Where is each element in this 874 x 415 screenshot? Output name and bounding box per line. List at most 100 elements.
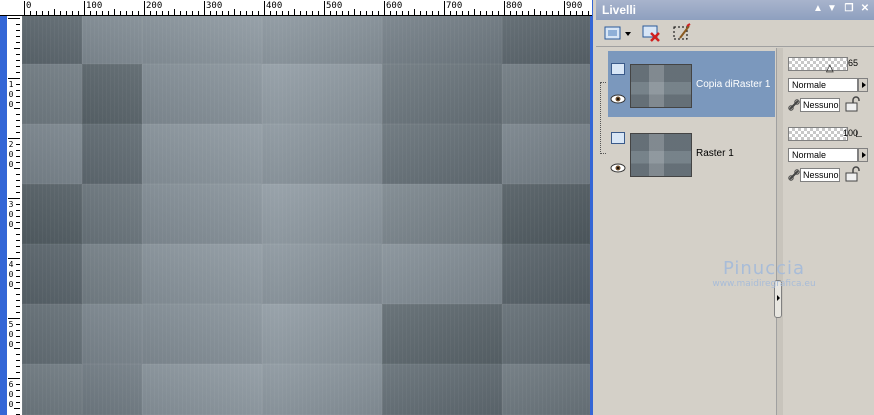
ruler-tick xyxy=(8,78,20,79)
ruler-tick xyxy=(72,11,73,15)
ruler-tick xyxy=(234,9,235,15)
ruler-tick xyxy=(54,9,55,15)
ruler-label: 900 xyxy=(566,1,583,11)
ruler-tick xyxy=(16,282,20,283)
ruler-tick xyxy=(16,330,20,331)
mask-select[interactable]: Nessuno xyxy=(800,98,840,112)
mask-select[interactable]: Nessuno xyxy=(800,168,840,182)
blend-mode-select[interactable]: Normale xyxy=(788,78,858,92)
layer-name[interactable]: Copia diRaster 1 xyxy=(696,79,770,90)
ruler-tick xyxy=(16,216,20,217)
ruler-tick xyxy=(228,11,229,15)
ruler-tick xyxy=(16,192,20,193)
pin-icon[interactable]: ▲ xyxy=(812,3,824,15)
ruler-tick xyxy=(16,324,20,325)
ruler-tick xyxy=(336,11,337,15)
ruler-tick xyxy=(198,11,199,15)
ruler-tick xyxy=(16,306,20,307)
layer-row-raster-1[interactable]: Raster 1 xyxy=(608,120,775,186)
ruler-tick xyxy=(426,11,427,15)
ruler-tick xyxy=(16,84,20,85)
raster-layer-icon xyxy=(611,132,625,144)
image-canvas[interactable] xyxy=(22,16,590,415)
dropdown-icon[interactable]: ▼ xyxy=(826,3,838,15)
ruler-tick xyxy=(246,11,247,15)
ruler-tick xyxy=(84,1,85,15)
layers-panel: Livelli ▲ ▼ ❐ ✕ Copia diRaster 1 Raster … xyxy=(596,0,874,415)
restore-icon[interactable]: ❐ xyxy=(843,3,855,15)
ruler-tick xyxy=(8,18,20,19)
ruler-tick xyxy=(8,378,20,379)
lock-icon[interactable] xyxy=(844,96,860,112)
ruler-label: 0 xyxy=(8,150,14,159)
delete-layer-button[interactable] xyxy=(642,23,662,43)
blend-mode-arrow-icon[interactable] xyxy=(858,78,868,92)
ruler-tick xyxy=(16,96,20,97)
ruler-tick xyxy=(216,11,217,15)
ruler-tick xyxy=(36,11,37,15)
ruler-tick xyxy=(300,11,301,15)
ruler-tick xyxy=(492,11,493,15)
ruler-tick xyxy=(108,11,109,15)
ruler-label: 400 xyxy=(266,1,283,11)
ruler-tick xyxy=(450,11,451,15)
new-layer-button[interactable] xyxy=(604,23,632,43)
ruler-tick xyxy=(114,9,115,15)
ruler-tick xyxy=(384,1,385,15)
ruler-tick xyxy=(102,11,103,15)
ruler-horizontal: 0 100 200 300 400 500 600 700 800 900 xyxy=(20,0,592,16)
panel-toolbar xyxy=(596,20,874,47)
close-icon[interactable]: ✕ xyxy=(859,3,871,15)
ruler-tick xyxy=(126,11,127,15)
ruler-label: 0 xyxy=(8,100,14,109)
ruler-tick xyxy=(16,264,20,265)
ruler-tick xyxy=(14,48,20,49)
edit-selection-button[interactable] xyxy=(672,23,692,43)
ruler-tick xyxy=(66,11,67,15)
ruler-tick xyxy=(306,11,307,15)
ruler-tick xyxy=(16,114,20,115)
ruler-tick xyxy=(210,11,211,15)
raster-layer-icon xyxy=(611,63,625,75)
layer-thumbnail[interactable] xyxy=(630,64,692,108)
layer-name[interactable]: Raster 1 xyxy=(696,148,734,159)
canvas-area[interactable]: 0 100 200 300 400 500 600 700 800 900 10020030040… xyxy=(0,0,593,415)
ruler-tick xyxy=(16,174,20,175)
link-icon[interactable] xyxy=(788,99,800,111)
ruler-tick xyxy=(16,396,20,397)
watermark-url: www.maidiregrafica.eu xyxy=(712,279,816,289)
ruler-tick xyxy=(360,11,361,15)
blend-mode-select[interactable]: Normale xyxy=(788,148,858,162)
edit-selection-icon xyxy=(673,23,691,40)
layer-row-copia-raster-1[interactable]: Copia diRaster 1 xyxy=(608,51,775,117)
ruler-tick xyxy=(468,11,469,15)
ruler-tick xyxy=(16,156,20,157)
ruler-tick xyxy=(16,60,20,61)
lock-icon[interactable] xyxy=(844,166,860,182)
ruler-tick xyxy=(16,210,20,211)
opacity-value: 65 xyxy=(847,58,858,68)
panel-splitter[interactable] xyxy=(776,48,783,415)
ruler-tick xyxy=(414,9,415,15)
ruler-tick xyxy=(276,11,277,15)
ruler-tick xyxy=(192,11,193,15)
ruler-tick xyxy=(582,11,583,15)
ruler-tick xyxy=(16,402,20,403)
ruler-label: 300 xyxy=(206,1,223,11)
link-icon[interactable] xyxy=(788,169,800,181)
eye-visibility-icon[interactable] xyxy=(610,94,626,104)
ruler-tick xyxy=(8,318,20,319)
blend-mode-arrow-icon[interactable] xyxy=(858,148,868,162)
ruler-tick xyxy=(16,234,20,235)
ruler-tick xyxy=(16,102,20,103)
layer-thumbnail[interactable] xyxy=(630,133,692,177)
panel-titlebar[interactable]: Livelli ▲ ▼ ❐ ✕ xyxy=(596,0,874,20)
ruler-tick xyxy=(78,11,79,15)
eye-visibility-icon[interactable] xyxy=(610,163,626,173)
ruler-tick xyxy=(252,11,253,15)
ruler-tick xyxy=(8,198,20,199)
ruler-tick xyxy=(8,138,20,139)
ruler-tick xyxy=(282,11,283,15)
ruler-tick xyxy=(156,11,157,15)
ruler-tick xyxy=(16,132,20,133)
